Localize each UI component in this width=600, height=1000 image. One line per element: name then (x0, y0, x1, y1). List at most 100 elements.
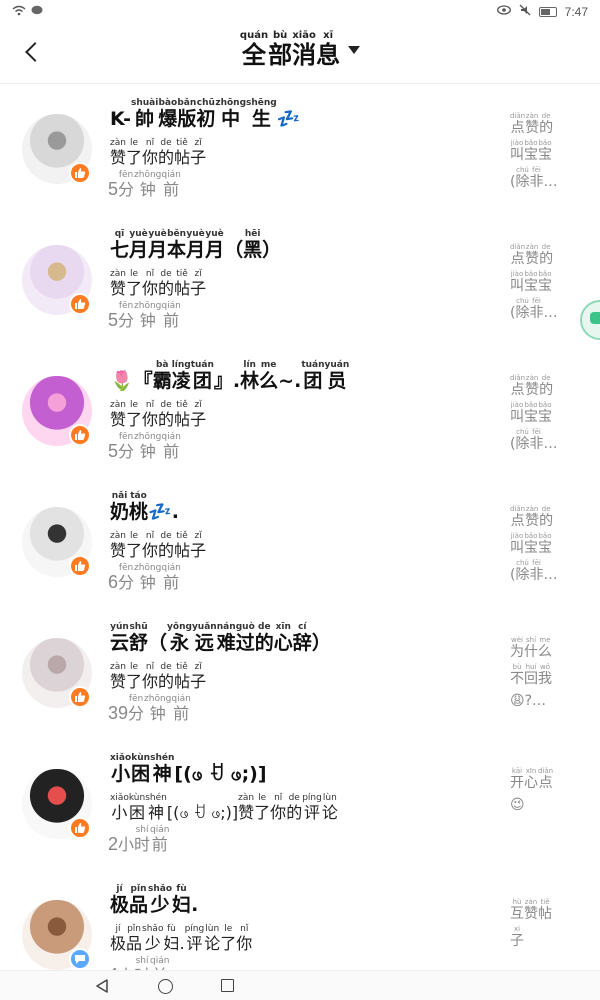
caret-down-icon[interactable] (348, 46, 361, 54)
ruby-base: 的 (539, 513, 554, 529)
ruby-pinyin: bù (268, 30, 293, 41)
ruby-pinyin: de (254, 622, 274, 632)
ruby-char: 『 (134, 370, 153, 392)
ruby-char: 小 (118, 835, 134, 854)
ruby-pinyin: kāi (510, 767, 524, 775)
ruby-base: 神 (150, 763, 175, 785)
time-number: 5 (108, 310, 119, 330)
ruby-base: 心 (524, 775, 538, 791)
time-number: 6 (108, 572, 119, 592)
ruby-pinyin: zàn (110, 662, 127, 672)
page-title[interactable]: 全quán部bù消xiāo息xī (239, 30, 361, 70)
ruby-base: 七 (110, 239, 130, 261)
notification-item[interactable]: 小xiǎo困kùn神shén[(ဖ ꀀ ဖ;)] 小xiǎo困kùn神shén[(… (0, 751, 600, 882)
post-preview-text[interactable]: 点diǎn赞zàn的de 叫jiào宝bǎo宝bǎo (除chú非fēi… (510, 112, 582, 193)
ruby-pinyin: de (158, 269, 175, 279)
ruby-base: 不 (510, 671, 524, 687)
ruby-char: 除chú (515, 297, 529, 321)
ruby-pinyin: fēi (529, 559, 544, 567)
ruby-pinyin: qián (161, 170, 181, 180)
ruby-char: 赞zàn (110, 138, 126, 167)
ruby-pinyin: qián (150, 825, 170, 835)
nav-back-icon[interactable] (96, 979, 108, 993)
ruby-base: 云 (110, 632, 130, 654)
ruby-char: [(ဖ ꀀ ဖ;)] (167, 803, 238, 822)
ruby-pinyin: chú (515, 428, 530, 436)
mute-icon (519, 4, 531, 20)
ruby-char: 论lùn (204, 924, 220, 953)
notification-item[interactable]: K-帥shuài爆bào版bǎn初chū中zhōng生shēng💤 赞zàn了le… (0, 96, 600, 227)
post-preview-text[interactable]: 点diǎn赞zàn的de 叫jiào宝bǎo宝bǎo (除chú非fēi… (510, 505, 582, 586)
ruby-base: 分 (118, 311, 135, 330)
ruby-base: 叫 (510, 540, 524, 556)
ruby-pinyin: wǒ (538, 663, 552, 671)
sender-name[interactable]: 奶nǎi桃táo💤. (110, 491, 179, 524)
thumbs-up-icon (69, 162, 91, 184)
ruby-pinyin: bǎo (538, 139, 552, 147)
ruby-base: 团 (190, 370, 214, 392)
post-preview-text[interactable]: 点diǎn赞zàn的de 叫jiào宝bǎo宝bǎo (除chú非fēi… (510, 374, 582, 455)
ruby-char: 你nǐ (270, 793, 286, 822)
post-preview-text[interactable]: 为wèi什shí么me 不bù回huí我wǒ 😩?… (510, 636, 582, 712)
ruby-base: 论 (321, 803, 338, 822)
ruby-pinyin: jiào (510, 139, 524, 147)
ruby-char: 宝bǎo (538, 401, 552, 425)
ruby-base: 霸 (152, 370, 172, 392)
ruby-pinyin: tiě (174, 400, 191, 410)
notification-item[interactable]: 奶nǎi桃táo💤. 赞zàn了le你nǐ的de帖tiě子zǐ 6分fēn钟zhōn… (0, 489, 600, 620)
ruby-base: 钟 (134, 573, 162, 592)
status-right-icons: 7:47 (496, 4, 588, 20)
ruby-base: 么 (259, 370, 279, 392)
ruby-char: 除chú (515, 166, 529, 190)
ruby-char: … (543, 567, 557, 583)
sender-name[interactable]: K-帥shuài爆bào版bǎn初chū中zhōng生shēng💤 (110, 98, 300, 131)
post-preview-text[interactable]: 点diǎn赞zàn的de 叫jiào宝bǎo宝bǎo (除chú非fēi… (510, 243, 582, 324)
sender-name[interactable]: 云yún舒shū（永yǒng远yuǎn难nán过guò的de心xīn辞cí） (110, 622, 331, 655)
sender-name[interactable]: 极jí品pǐn少shǎo妇fù. (110, 884, 198, 917)
ruby-pinyin: yuè (186, 229, 206, 239)
ruby-base: 极 (110, 934, 127, 953)
ruby-pinyin: nǎi (110, 491, 130, 501)
ruby-pinyin: nǐ (142, 138, 159, 148)
title-dropdown[interactable]: 全quán部bù消xiāo息xī (0, 30, 600, 70)
ruby-char: 非fēi (529, 559, 543, 583)
ruby-base: 全 (239, 41, 269, 69)
ruby-char: 不bù (510, 663, 524, 687)
ruby-pinyin: chū (196, 98, 216, 108)
post-preview-text[interactable]: 互hù赞zàn帖tiě 子xi (510, 898, 582, 952)
ruby-base: 宝 (538, 409, 552, 425)
ruby-base: 你 (142, 541, 159, 560)
ruby-base: 小 (118, 835, 135, 854)
ruby-char: 非fēi (529, 297, 544, 321)
ruby-char: 你nǐ (142, 138, 158, 167)
sender-name[interactable]: 七qī月yuè月yuè本běn月yuè月yuè（黑hēi） (110, 229, 281, 262)
ruby-base: 💤 (276, 108, 301, 130)
ruby-base: 你 (142, 672, 159, 691)
ruby-char: 非fēi (529, 166, 543, 190)
ruby-char: 赞zàn (238, 793, 254, 822)
ruby-base: 困 (128, 803, 146, 822)
sender-name[interactable]: 🌷『霸bà凌líng团tuán』.林lín么me~.团tuán员yuán (110, 360, 349, 393)
ruby-base: 😉 (510, 797, 525, 813)
ruby-base: 非 (529, 305, 544, 321)
nav-recent-apps-icon[interactable] (221, 979, 234, 992)
ruby-char: ） (262, 239, 281, 261)
ruby-base: 『 (133, 370, 153, 392)
ruby-base: 分 (118, 180, 135, 199)
post-preview-text[interactable]: 开kāi心xīn点diǎn 😉 (510, 767, 582, 816)
ruby-base: 赞 (110, 541, 127, 560)
ruby-base: 爆 (158, 108, 178, 130)
nav-home-icon[interactable] (158, 979, 173, 994)
notification-item[interactable]: 七qī月yuè月yuè本běn月yuè月yuè（黑hēi） 赞zàn了le你nǐ的… (0, 227, 600, 358)
ruby-base: 妇 (163, 934, 180, 953)
notification-item[interactable]: 云yún舒shū（永yǒng远yuǎn难nán过guò的de心xīn辞cí） 赞z… (0, 620, 600, 751)
ruby-char: 品pǐn (126, 924, 142, 953)
ruby-char: 爆bào (158, 98, 178, 130)
ruby-char: 了le (254, 793, 270, 822)
notification-item[interactable]: 🌷『霸bà凌líng团tuán』.林lín么me~.团tuán员yuán 赞zàn… (0, 358, 600, 489)
app-header: 全quán部bù消xiāo息xī (0, 24, 600, 84)
ruby-char: 云yún (110, 622, 130, 654)
preview-line: 点diǎn赞zàn的de (510, 243, 582, 270)
ruby-base: 的 (158, 672, 175, 691)
sender-name[interactable]: 小xiǎo困kùn神shén[(ဖ ꀀ ဖ;)] (110, 753, 267, 790)
